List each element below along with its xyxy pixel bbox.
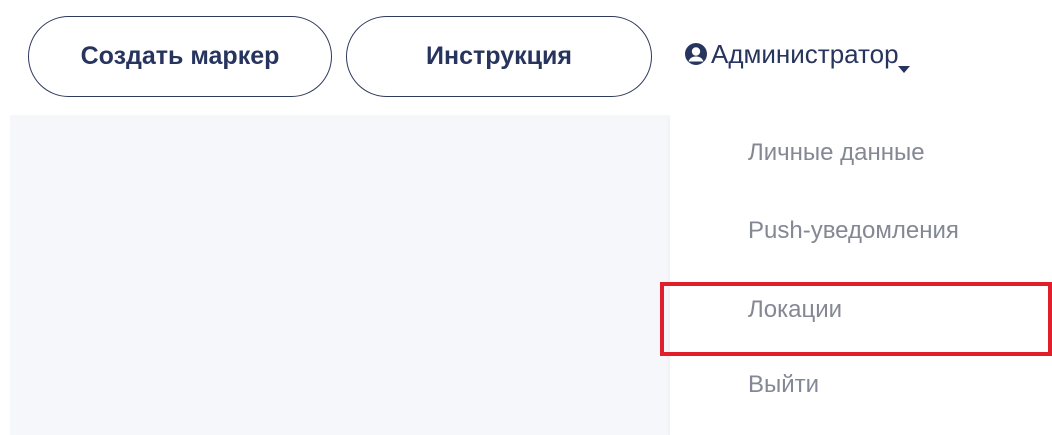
top-navigation: Создать маркер Инструкция Администратор (0, 0, 1052, 115)
user-circle-icon (684, 42, 708, 66)
instruction-button[interactable]: Инструкция (346, 16, 652, 97)
admin-user-menu-toggle[interactable]: Администратор (684, 30, 911, 78)
caret-down-icon (897, 51, 911, 73)
main-content-area (10, 115, 670, 435)
menu-item-personal-data[interactable]: Личные данные (748, 139, 925, 167)
create-marker-button[interactable]: Создать маркер (28, 16, 332, 97)
admin-user-label: Администратор (711, 38, 899, 69)
menu-item-push-notifications[interactable]: Push-уведомления (748, 217, 959, 245)
menu-item-locations[interactable]: Локации (748, 296, 842, 324)
user-dropdown-menu: Личные данные Push-уведомления Локации В… (670, 115, 1052, 435)
menu-item-logout[interactable]: Выйти (748, 371, 819, 399)
